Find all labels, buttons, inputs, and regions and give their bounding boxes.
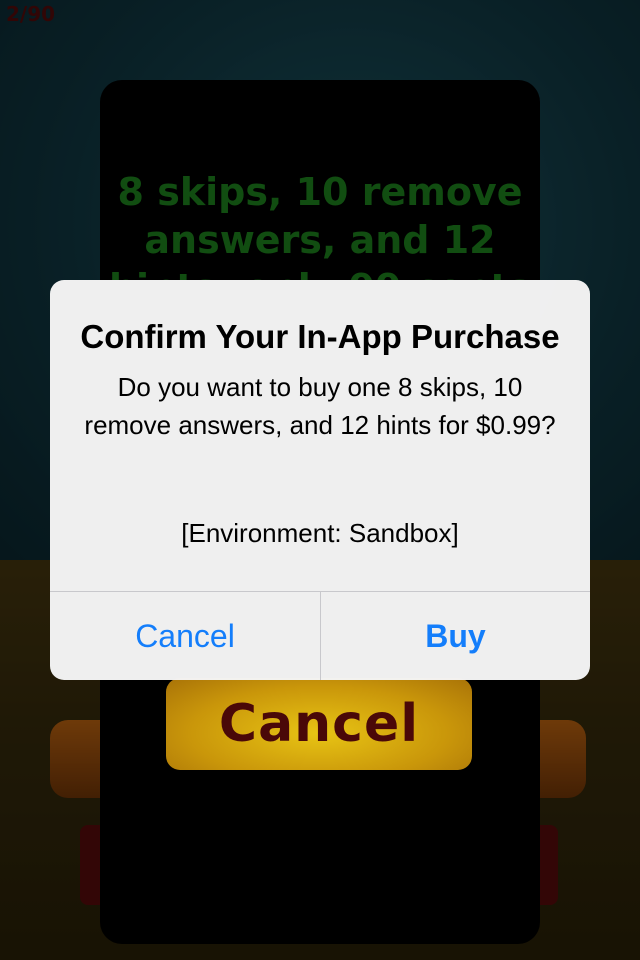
alert-cancel-button[interactable]: Cancel <box>50 592 320 680</box>
alert-environment: [Environment: Sandbox] <box>181 518 459 548</box>
alert-buy-button[interactable]: Buy <box>321 592 590 680</box>
alert-message: Do you want to buy one 8 skips, 10 remov… <box>84 372 556 440</box>
store-offer-text: 8 skips, 10 remove answers, and 12 hints… <box>109 170 531 280</box>
alert-title: Confirm Your In-App Purchase <box>80 318 560 355</box>
purchase-alert: Confirm Your In-App Purchase Do you want… <box>50 280 590 680</box>
store-cancel-button[interactable]: Cancel <box>166 678 472 770</box>
